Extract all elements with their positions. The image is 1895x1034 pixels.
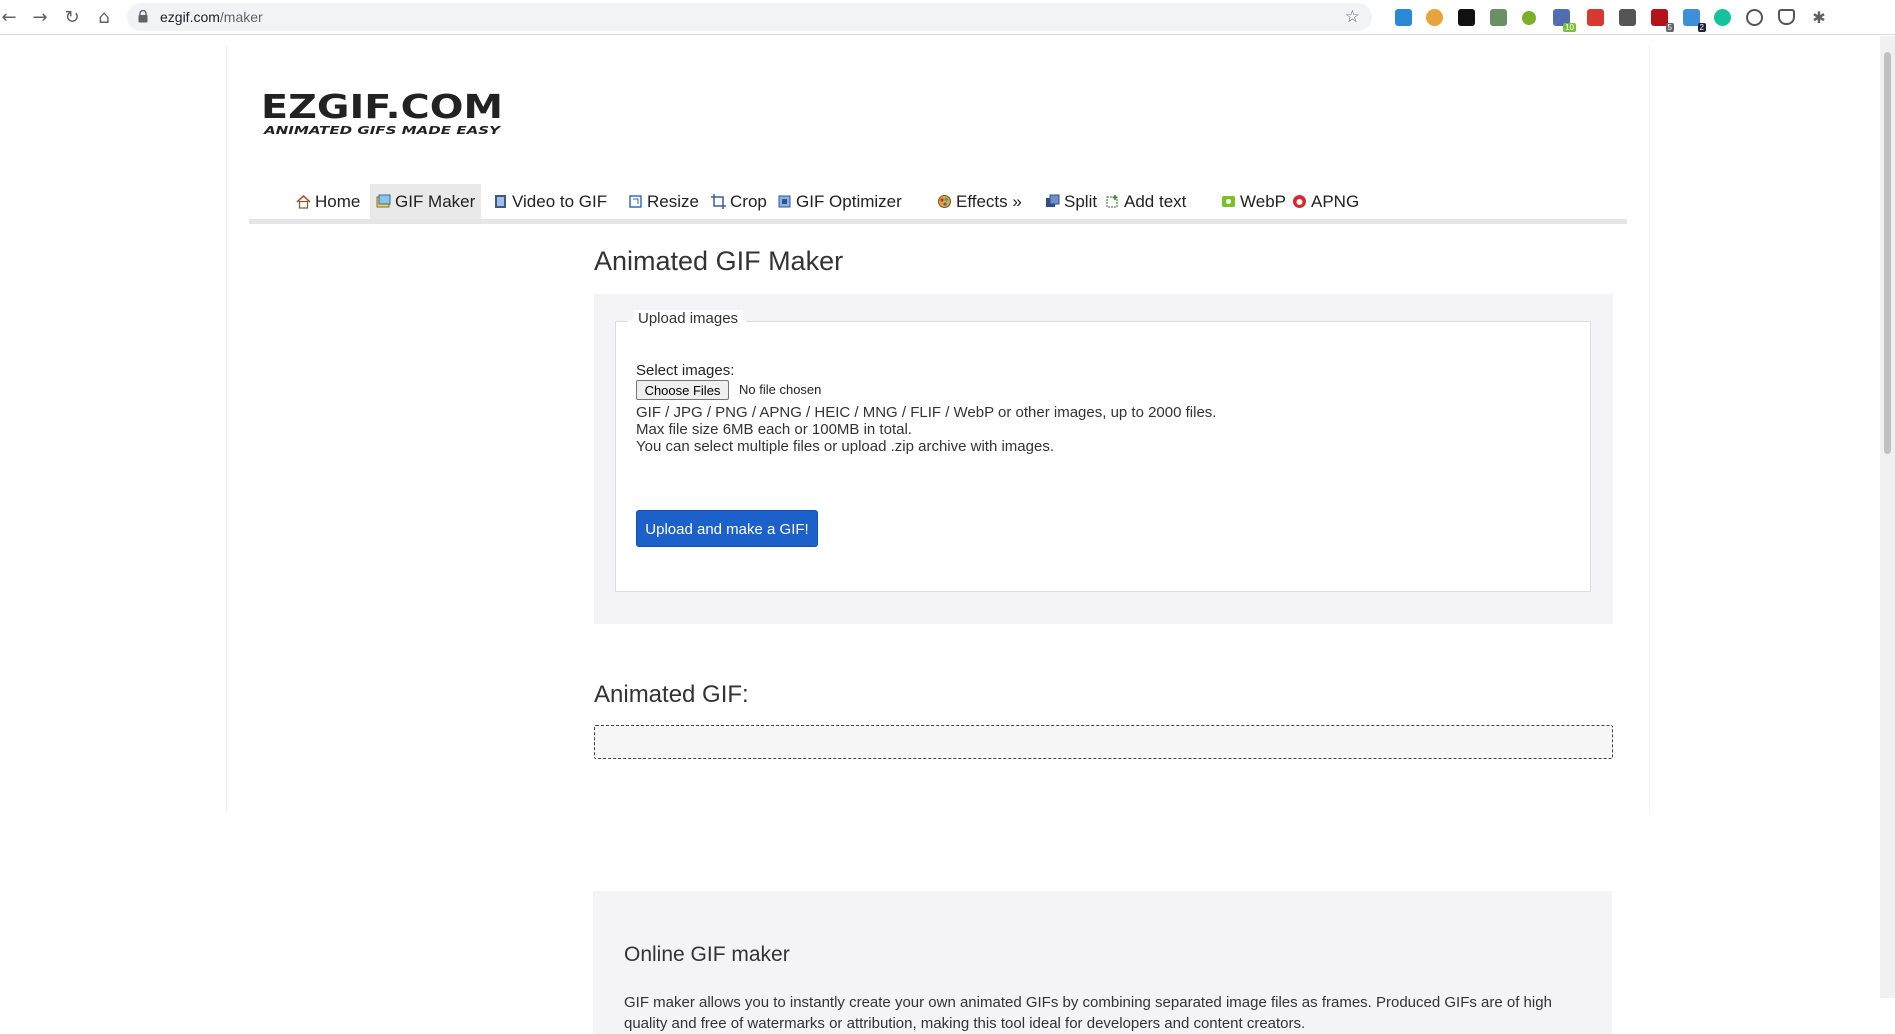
upload-panel: Upload images Select images: Choose File… [594,294,1613,624]
back-icon[interactable]: ← [0,5,22,31]
menu-home[interactable]: Home [290,184,366,219]
extension-mask-icon[interactable] [1458,9,1475,26]
address-url: ezgif.com/maker [160,9,263,25]
crop-icon [711,194,726,209]
about-section: Online GIF maker GIF maker allows you to… [593,891,1612,1034]
main-menu: Home GIF Maker Video to GIF Resize Crop … [249,184,1627,224]
menu-gif-optimizer[interactable]: GIF Optimizer [771,184,908,219]
page-title: Animated GIF Maker [594,246,844,276]
menu-webp[interactable]: WebP [1215,184,1292,219]
gif-maker-icon [376,194,391,208]
about-title: Online GIF maker [624,943,790,966]
extension-red-icon[interactable] [1587,9,1604,26]
add-text-icon [1106,195,1118,208]
file-status: No file chosen [739,382,822,397]
resize-icon [629,195,642,208]
menu-resize[interactable]: Resize [622,184,705,219]
split-icon [1046,194,1060,207]
page-scrollbar[interactable] [1880,36,1895,998]
forward-icon[interactable]: → [27,5,53,31]
grammarly-icon[interactable] [1714,9,1731,26]
extension-blue-icon[interactable]: 2 [1683,9,1706,32]
scrollbar-thumb[interactable] [1884,52,1891,454]
menu-apng[interactable]: APNG [1286,184,1365,219]
menu-video-to-gif[interactable]: Video to GIF [487,184,613,219]
info-line-size: Max file size 6MB each or 100MB in total… [636,421,912,438]
svg-text:EZGIF.COM: EZGIF.COM [261,90,503,126]
menu-effects[interactable]: Effects » [931,184,1028,219]
about-text: GIF maker allows you to instantly create… [624,994,1552,1032]
extension-bowl-icon[interactable] [1426,9,1443,26]
menu-crop[interactable]: Crop [705,184,773,219]
menu-split[interactable]: Split [1039,184,1103,219]
lock-icon [138,10,148,23]
extension-wheel-icon[interactable] [1746,9,1763,26]
extension-device-icon[interactable] [1490,9,1507,26]
optimizer-icon [778,195,791,208]
upload-and-make-gif-button[interactable]: Upload and make a GIF! [636,510,818,547]
star-icon[interactable]: ☆ [1345,3,1360,31]
info-line-formats: GIF / JPG / PNG / APNG / HEIC / MNG / FL… [636,404,1217,421]
choose-files-button[interactable]: Choose Files [636,380,729,400]
extension-green-dot-icon[interactable] [1522,11,1536,25]
effects-icon [938,195,951,208]
gif-output-area [594,725,1613,759]
browser-toolbar: ← → ↻ ⌂ ezgif.com/maker ☆ 10 5 2 ✱ [0,0,1895,35]
reload-icon[interactable]: ↻ [59,5,85,31]
extension-m-icon[interactable] [1619,9,1636,26]
extension-calendar-icon[interactable]: 10 [1553,9,1576,32]
address-bar[interactable]: ezgif.com/maker ☆ [127,3,1372,31]
extension-shield-icon[interactable]: 5 [1651,9,1674,32]
svg-text:ANIMATED GIFS MADE EASY: ANIMATED GIFS MADE EASY [263,124,502,136]
output-title: Animated GIF: [594,681,749,708]
video-icon [495,195,506,208]
menu-gif-maker[interactable]: GIF Maker [370,184,482,219]
select-images-label: Select images: [636,362,735,379]
upload-legend: Upload images [633,310,744,327]
extension-hi-icon[interactable] [1395,9,1412,26]
upload-fieldset: Upload images Select images: Choose File… [615,310,1591,592]
webp-icon [1222,196,1235,207]
menu-add-text[interactable]: Add text [1099,184,1192,219]
home-icon [296,194,311,209]
page-container: EZGIF.COM ANIMATED GIFS MADE EASY Home G… [226,46,1650,812]
pocket-icon[interactable] [1778,9,1795,25]
apng-icon [1293,195,1306,208]
info-line-multiple: You can select multiple files or upload … [636,438,1054,455]
home-icon[interactable]: ⌂ [91,5,117,31]
page-viewport: EZGIF.COM ANIMATED GIFS MADE EASY Home G… [0,36,1880,1034]
site-logo[interactable]: EZGIF.COM ANIMATED GIFS MADE EASY [261,90,503,136]
extensions-icon[interactable]: ✱ [1806,5,1832,31]
